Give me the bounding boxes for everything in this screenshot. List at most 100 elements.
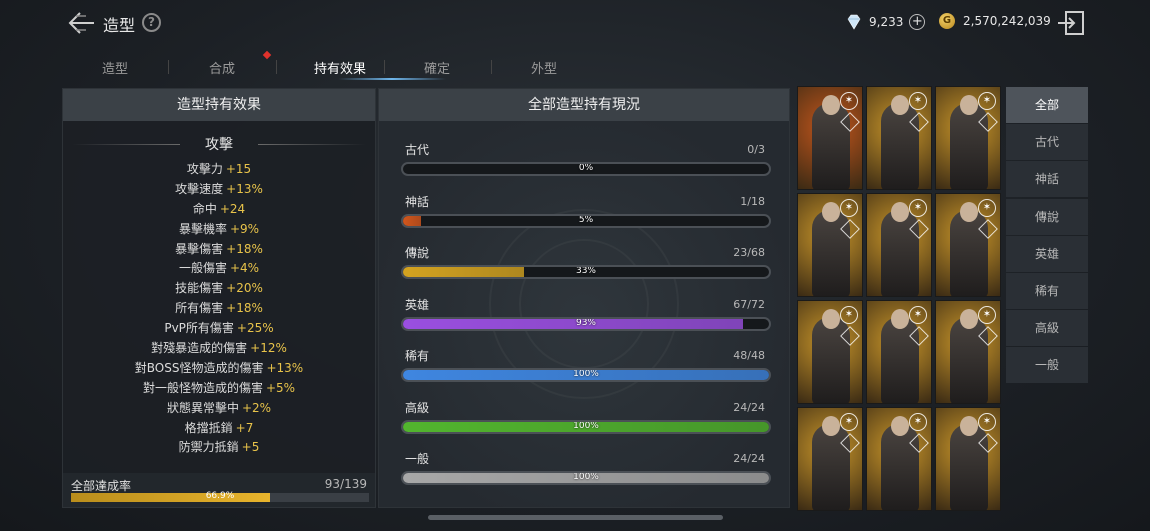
character-head bbox=[960, 416, 978, 436]
costume-card[interactable]: ✶ bbox=[866, 300, 932, 404]
filter-4[interactable]: 英雄 bbox=[1006, 235, 1088, 272]
grade-name: 神話 bbox=[405, 194, 430, 209]
costume-card[interactable]: ✶ bbox=[935, 86, 1001, 190]
costume-card[interactable]: ✶ bbox=[797, 86, 863, 190]
stat-name: 技能傷害 bbox=[175, 281, 224, 296]
grade-badge-icon: ✶ bbox=[978, 306, 996, 324]
filter-5[interactable]: 稀有 bbox=[1006, 272, 1088, 309]
stat-row: 命中 +24 bbox=[63, 200, 375, 220]
stat-row: 對BOSS怪物造成的傷害 +13% bbox=[63, 359, 375, 379]
costume-card[interactable]: ✶ bbox=[935, 193, 1001, 297]
character-head bbox=[960, 95, 978, 115]
grade-progress-row: 神話 1/18 5% bbox=[401, 193, 771, 233]
grade-badge-icon: ✶ bbox=[909, 92, 927, 110]
grade-count: 24/24 bbox=[733, 452, 765, 465]
costume-card[interactable]: ✶ bbox=[797, 407, 863, 511]
diamond-amount: 9,233 bbox=[869, 15, 904, 29]
horizontal-scrollbar[interactable] bbox=[428, 515, 723, 520]
grade-progress-row: 傳說 23/68 33% bbox=[401, 244, 771, 284]
stat-value: +9% bbox=[229, 221, 260, 236]
filter-2[interactable]: 神話 bbox=[1006, 161, 1088, 198]
character-head bbox=[891, 416, 909, 436]
filter-1[interactable]: 古代 bbox=[1006, 124, 1088, 161]
stat-value: +15 bbox=[225, 162, 252, 176]
costume-card[interactable]: ✶ bbox=[797, 300, 863, 404]
tab-synthesis[interactable]: 合成 bbox=[182, 58, 262, 77]
costume-card[interactable]: ✶ bbox=[935, 407, 1001, 511]
costume-card[interactable]: ✶ bbox=[797, 193, 863, 297]
stat-value: +2% bbox=[241, 400, 272, 415]
costume-card[interactable]: ✶ bbox=[866, 193, 932, 297]
section-divider-left bbox=[72, 144, 180, 145]
grade-name: 傳說 bbox=[405, 246, 430, 260]
stat-list: 攻擊力 +15 攻擊速度 +13% 命中 +24 暴擊機率 +9% 暴擊傷害 +18% 一般傷害 +4… bbox=[63, 160, 375, 458]
stat-row: 狀態異常擊中 +2% bbox=[63, 399, 375, 419]
stat-row: 對殘暴造成的傷害 +12% bbox=[63, 339, 375, 359]
character-head bbox=[891, 309, 909, 329]
character-head bbox=[822, 202, 840, 222]
diamond-currency: 9,233 + bbox=[845, 13, 926, 31]
panel-title: 全部造型持有現況 bbox=[379, 89, 789, 121]
gold-currency: G 2,570,242,039 bbox=[939, 13, 1051, 29]
filter-3[interactable]: 傳說 bbox=[1006, 198, 1088, 235]
grade-percent: 100% bbox=[573, 472, 599, 482]
holding-effect-panel: 造型持有效果 攻擊 攻擊力 +15 攻擊速度 +13% 命中 +24 暴擊機率 +9% 暴擊傷害… bbox=[62, 88, 376, 508]
tab-holding-effect[interactable]: 持有效果 bbox=[300, 58, 380, 77]
plus-icon[interactable]: + bbox=[909, 14, 926, 30]
costume-card[interactable]: ✶ bbox=[935, 300, 1001, 404]
gold-amount: 2,570,242,039 bbox=[963, 14, 1051, 28]
filter-7[interactable]: 一般 bbox=[1006, 347, 1088, 384]
stat-name: 狀態異常擊中 bbox=[166, 400, 239, 415]
stat-name: 對BOSS怪物造成的傷害 bbox=[134, 360, 264, 375]
stat-value: +13% bbox=[266, 360, 304, 375]
character-head bbox=[960, 202, 978, 222]
help-icon[interactable]: ? bbox=[142, 13, 161, 32]
stat-name: 暴擊機率 bbox=[178, 221, 227, 236]
stat-name: 格擋抵銷 bbox=[184, 420, 233, 435]
costume-card[interactable]: ✶ bbox=[866, 407, 932, 511]
grade-badge-icon: ✶ bbox=[909, 413, 927, 431]
tab-divider bbox=[384, 60, 385, 74]
grade-percent: 33% bbox=[575, 266, 596, 276]
grade-badge-icon: ✶ bbox=[978, 199, 996, 217]
collection-status-panel: 全部造型持有現況 古代 0/3 0% 神話 1/18 5% 傳說 23/68 33% 英雄 67/7… bbox=[378, 88, 790, 508]
grade-progress-bar: 100% bbox=[401, 419, 771, 434]
character-head bbox=[891, 95, 909, 115]
stat-value: +5% bbox=[265, 380, 296, 395]
grade-badge-icon: ✶ bbox=[978, 413, 996, 431]
stat-value: +7 bbox=[235, 420, 254, 435]
grade-progress-row: 古代 0/3 0% bbox=[401, 141, 771, 181]
stat-value: +5 bbox=[241, 440, 260, 455]
back-arrow-icon[interactable] bbox=[66, 10, 96, 36]
total-progress: 全部達成率 93/139 66.9% bbox=[63, 473, 375, 507]
grade-progress-row: 英雄 67/72 93% bbox=[401, 296, 771, 336]
tab-confirm[interactable]: 確定 bbox=[397, 58, 477, 77]
stat-name: 攻擊力 bbox=[186, 162, 223, 176]
character-head bbox=[822, 416, 840, 436]
grade-progress-bar: 5% bbox=[401, 213, 771, 228]
stat-value: +25% bbox=[236, 321, 274, 336]
tab-costume[interactable]: 造型 bbox=[75, 58, 155, 77]
gold-coin-icon: G bbox=[939, 13, 955, 29]
tab-bar: 造型 合成 持有效果 確定 外型 bbox=[62, 52, 602, 82]
grade-progress-bar: 0% bbox=[401, 162, 771, 176]
character-head bbox=[960, 309, 978, 329]
stat-value: +18% bbox=[226, 301, 263, 316]
stat-value: +20% bbox=[226, 281, 263, 296]
grade-count: 1/18 bbox=[740, 194, 765, 208]
stat-row: 所有傷害 +18% bbox=[63, 299, 375, 319]
filter-0[interactable]: 全部 bbox=[1006, 87, 1088, 123]
stat-name: 攻擊速度 bbox=[175, 181, 224, 196]
filter-6[interactable]: 高級 bbox=[1006, 310, 1088, 347]
panel-title: 造型持有效果 bbox=[63, 89, 375, 121]
total-percent: 66.9% bbox=[205, 491, 235, 501]
active-tab-indicator bbox=[338, 78, 446, 80]
stat-row: 技能傷害 +20% bbox=[63, 279, 375, 299]
costume-card[interactable]: ✶ bbox=[866, 86, 932, 190]
exit-icon[interactable] bbox=[1057, 10, 1085, 36]
character-head bbox=[822, 95, 840, 115]
tab-appearance[interactable]: 外型 bbox=[504, 58, 584, 77]
stat-name: 暴擊傷害 bbox=[175, 241, 224, 256]
total-progress-bar: 66.9% bbox=[71, 491, 369, 502]
total-count: 93/139 bbox=[324, 477, 367, 491]
